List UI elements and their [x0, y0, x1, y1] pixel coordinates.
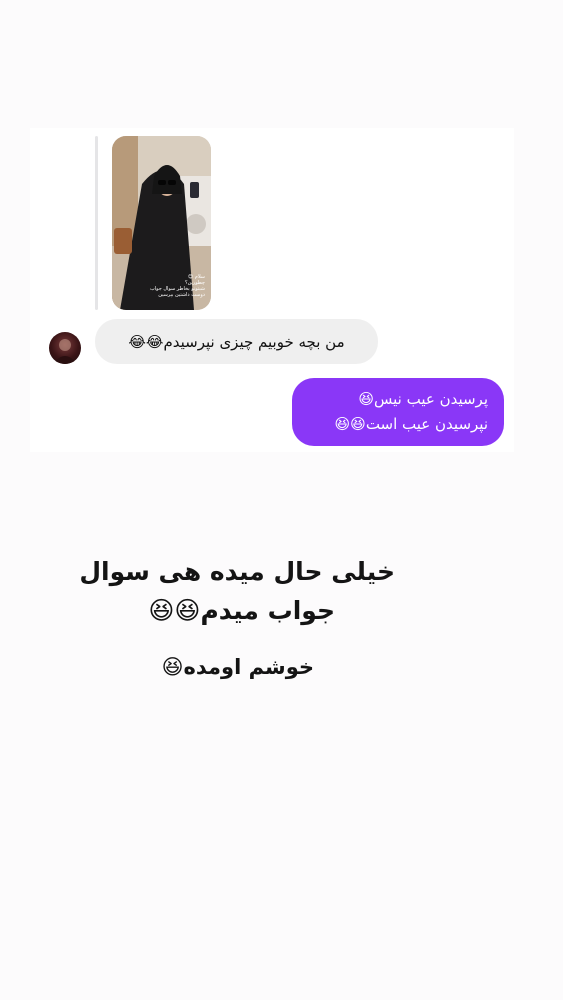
story-thumbnail[interactable]: سلام 😊 چطورین؟ شبتونو بخاطر سوال جواب دو… — [112, 136, 211, 310]
sender-avatar[interactable] — [49, 332, 81, 364]
outgoing-message-line-1: پرسیدن عیب نیس😆 — [358, 390, 488, 408]
caption-line-2: جواب میدم😆😆 — [148, 596, 335, 625]
incoming-message-text: من بچه خوبیم چیزی نپرسیدم😂😂 — [128, 332, 345, 351]
incoming-message-bubble[interactable]: من بچه خوبیم چیزی نپرسیدم😂😂 — [95, 319, 378, 364]
outgoing-message-bubble[interactable]: پرسیدن عیب نیس😆 نپرسیدن عیب است😆😆 — [292, 378, 504, 446]
caption-line-1: خیلی حال میده هی سوال — [79, 557, 395, 586]
caption-line-3: خوشم اومده😆 — [161, 655, 314, 679]
story-caption: سلام 😊 چطورین؟ شبتونو بخاطر سوال جواب دو… — [150, 274, 205, 298]
outgoing-message-line-2: نپرسیدن عیب است😆😆 — [334, 415, 488, 433]
story-reply-bar — [95, 136, 98, 310]
avatar-image — [53, 339, 77, 364]
